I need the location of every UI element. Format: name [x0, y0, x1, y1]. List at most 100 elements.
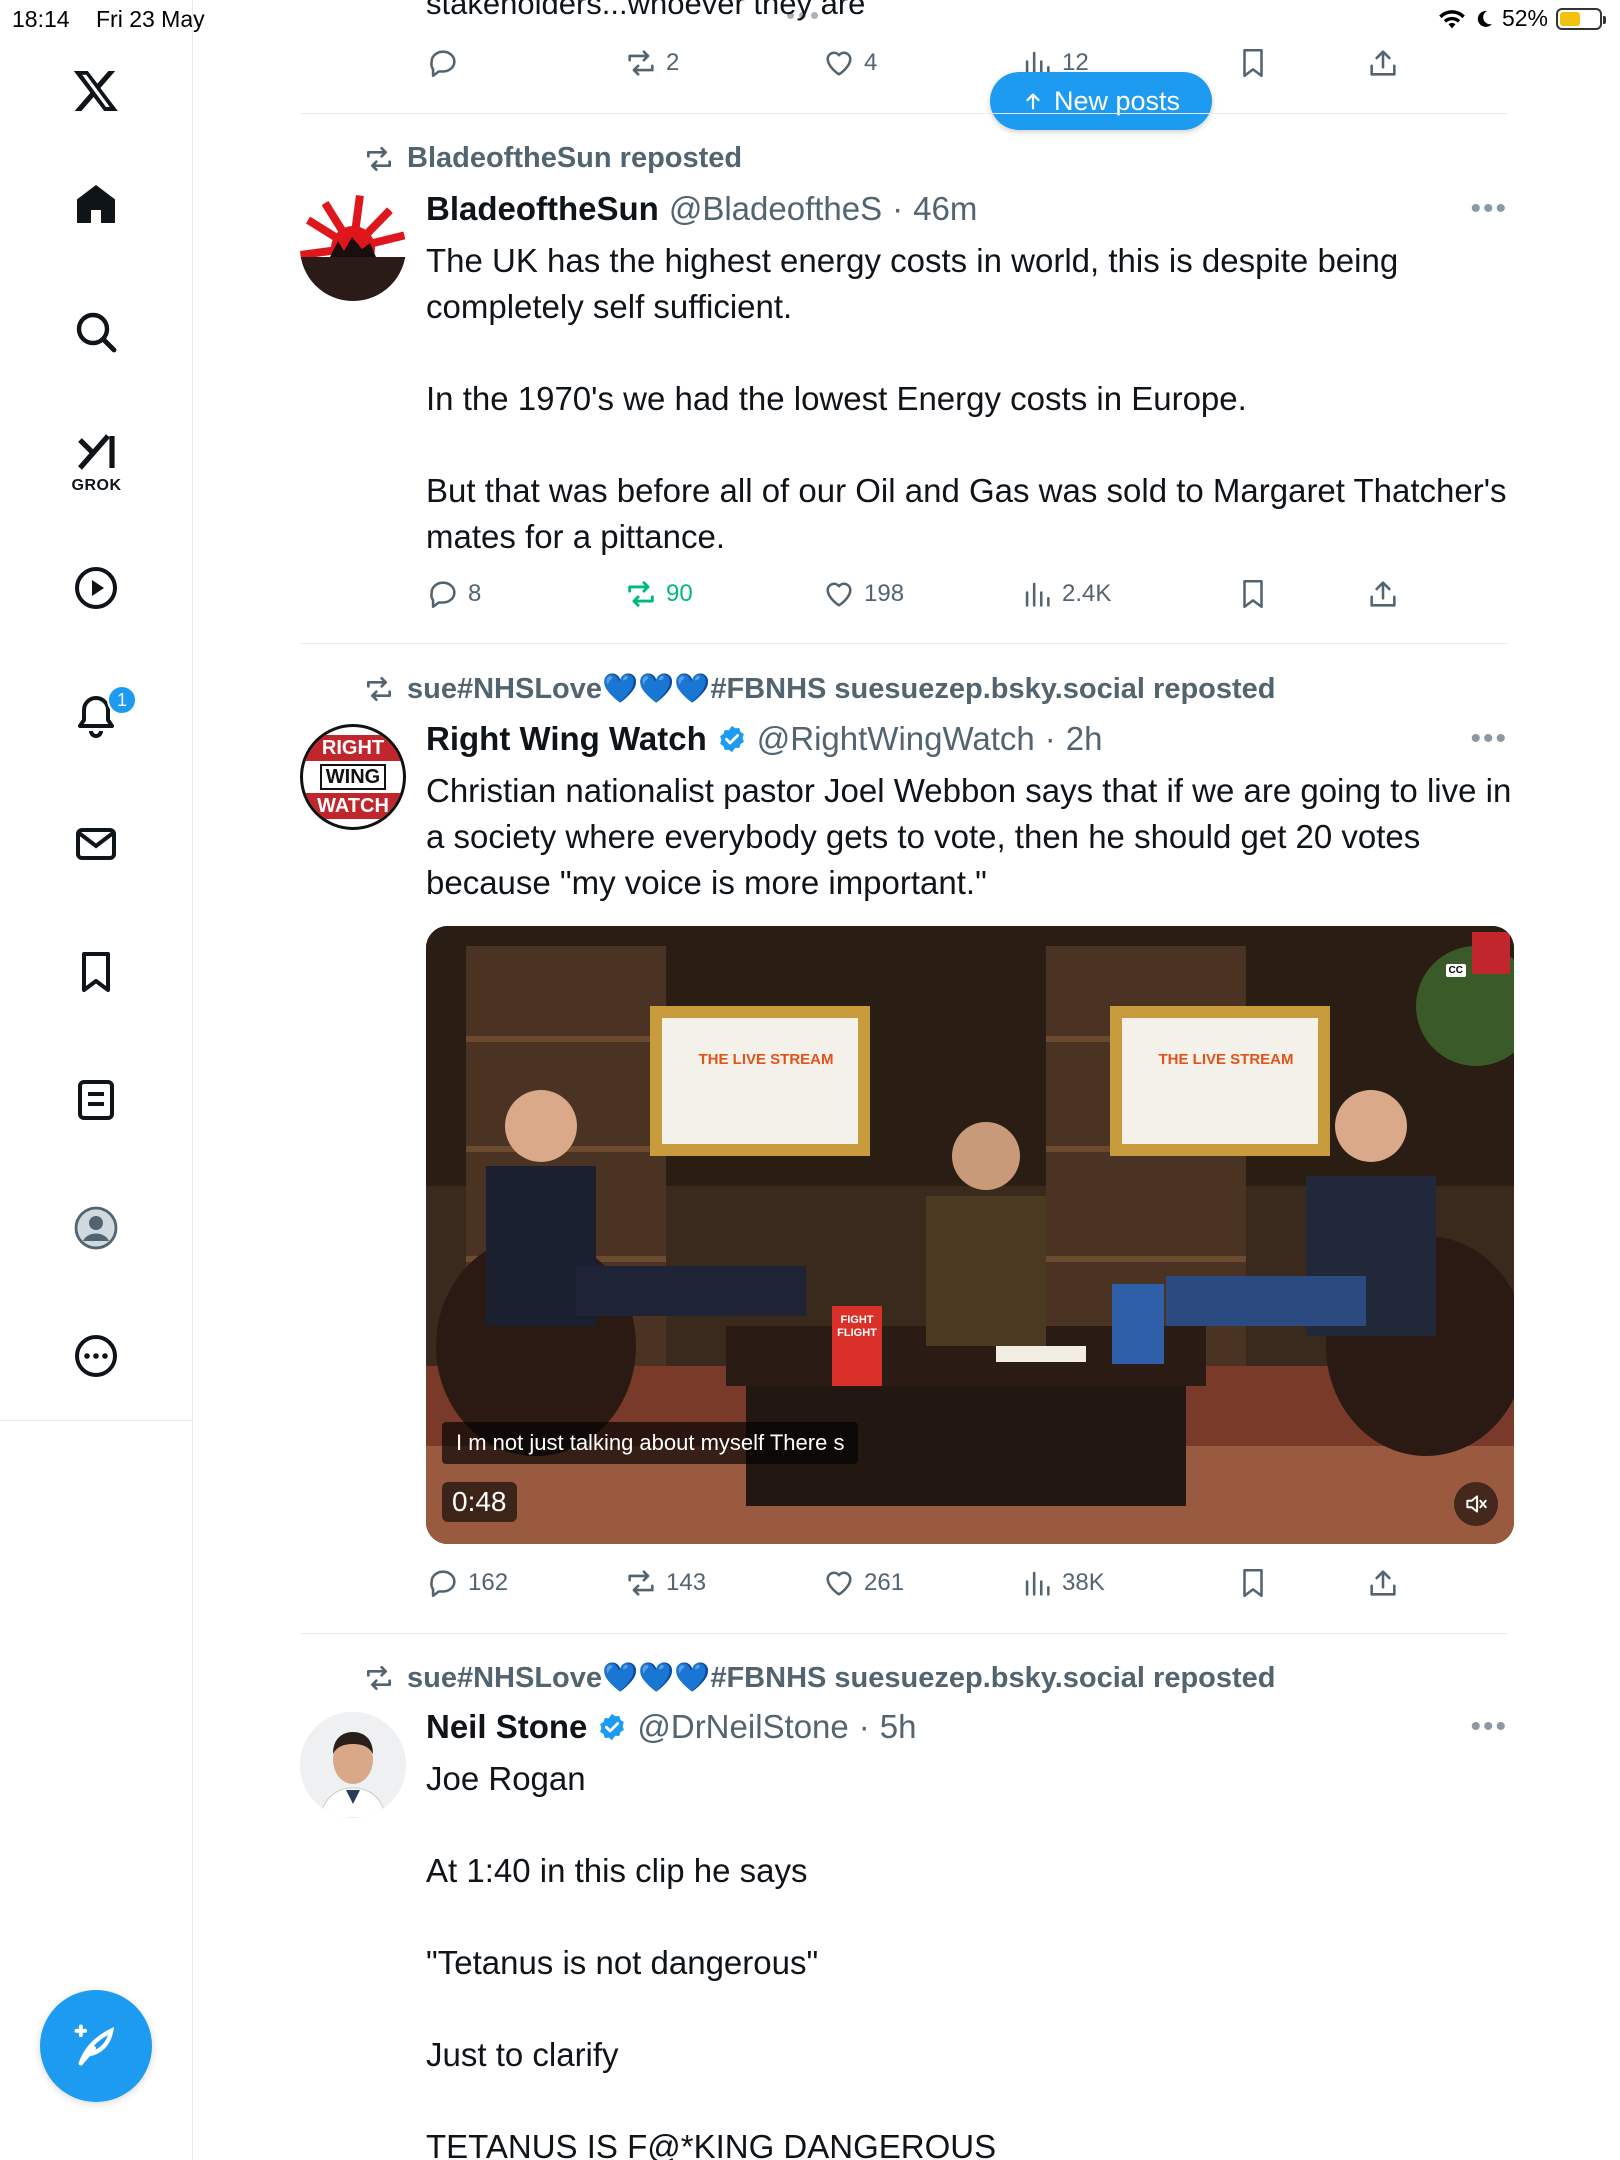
display-name[interactable]: Right Wing Watch [426, 720, 707, 758]
timestamp[interactable]: 5h [880, 1708, 917, 1746]
tweet-text: Christian nationalist pastor Joel Webbon… [426, 772, 1512, 901]
x-logo-icon[interactable] [56, 50, 136, 130]
list-icon[interactable] [56, 1060, 136, 1140]
tweet-divider [300, 1633, 1508, 1634]
share-icon [1370, 581, 1396, 607]
screen-text-left: THE LIVE STREAM [698, 1051, 834, 1068]
video-player[interactable]: THE LIVE STREAM THE LIVE STREAM FIGHT FL… [426, 926, 1514, 1544]
tweet-actions: 162 143 261 38K [426, 1566, 1401, 1606]
video-caption: I m not just talking about myself There … [442, 1422, 859, 1464]
like-button[interactable]: 198 [822, 577, 904, 611]
repost-context-name: sue#NHSLove [407, 673, 603, 705]
play-icon[interactable] [56, 548, 136, 628]
separator-dot: · [892, 190, 904, 227]
watermark-logo [1472, 932, 1510, 974]
cc-icon[interactable]: CC [1445, 964, 1466, 977]
repost-button[interactable]: 90 [624, 577, 693, 611]
mail-icon[interactable] [56, 804, 136, 884]
repost-icon [367, 1666, 391, 1690]
mute-button[interactable] [1454, 1482, 1498, 1526]
views-icon [1025, 1571, 1050, 1596]
avatar[interactable] [300, 195, 406, 301]
repost-context-suffix: #FBNHS suesuezep.bsky.social reposted [710, 1662, 1276, 1694]
tweet-header: BladeoftheSun @BladeoftheS · 46m [426, 190, 977, 228]
repost-icon [367, 146, 391, 171]
repost-count: 2 [666, 49, 680, 76]
timestamp[interactable]: 2h [1066, 720, 1103, 758]
repost-context[interactable]: sue#NHSLove💙💙💙#FBNHS suesuezep.bsky.soci… [363, 1661, 1276, 1695]
views-button[interactable]: 38K [1020, 1566, 1105, 1600]
reply-icon [430, 50, 456, 78]
reply-icon [430, 581, 456, 609]
avatar[interactable]: RIGHT WING WATCH [300, 724, 406, 830]
share-button[interactable] [1366, 46, 1400, 80]
compose-button[interactable] [40, 1990, 152, 2102]
share-button[interactable] [1366, 577, 1400, 611]
tweet-header: Right Wing Watch @RightWingWatch · 2h [426, 720, 1103, 758]
views-icon [1025, 582, 1050, 607]
more-options-icon[interactable]: ••• [1470, 192, 1508, 226]
verified-badge-icon [719, 725, 744, 753]
heart-icon [826, 582, 852, 607]
like-button[interactable]: 4 [822, 46, 877, 80]
tweet-actions: 2 4 12 [426, 46, 1401, 86]
search-icon[interactable] [56, 292, 136, 372]
more-options-icon[interactable]: ••• [1470, 722, 1508, 756]
reply-count: 162 [468, 1569, 509, 1596]
share-icon [1370, 50, 1396, 76]
more-circle-icon[interactable] [56, 1316, 136, 1396]
repost-icon [628, 50, 654, 76]
handle[interactable]: @BladeoftheS [669, 190, 882, 228]
bookmark-icon [1243, 48, 1263, 78]
repost-button[interactable]: 2 [624, 46, 679, 80]
avatar[interactable] [300, 1712, 406, 1818]
reply-button[interactable] [426, 46, 468, 80]
repost-count: 90 [666, 580, 693, 607]
new-posts-button[interactable]: New posts [990, 72, 1212, 130]
heart-icon [826, 51, 852, 76]
repost-count: 143 [666, 1569, 707, 1596]
bookmark-button[interactable] [1236, 46, 1270, 80]
repost-icon [628, 581, 654, 607]
display-name[interactable]: BladeoftheSun [426, 190, 659, 228]
heart-icon [826, 1571, 852, 1596]
notification-badge: 1 [107, 685, 137, 715]
grok-label: GROK [71, 477, 122, 494]
sidebar-divider [0, 1420, 193, 1421]
share-icon [1370, 1570, 1396, 1596]
rising-sun-avatar-icon [300, 195, 406, 301]
verified-badge-icon [600, 1713, 625, 1741]
display-name[interactable]: Neil Stone [426, 1708, 587, 1746]
timeline[interactable]: stakeholders...whoever they are 2 4 12 N… [193, 0, 1620, 2160]
like-count: 261 [864, 1569, 905, 1596]
avatar-text-right: RIGHT [303, 735, 403, 761]
like-button[interactable]: 261 [822, 1566, 904, 1600]
video-duration: 0:48 [442, 1482, 517, 1522]
bookmark-icon[interactable] [56, 932, 136, 1012]
home-icon[interactable] [56, 164, 136, 244]
blue-hearts: 💙💙💙 [602, 1662, 711, 1694]
bookmark-button[interactable] [1236, 1566, 1270, 1600]
more-options-icon[interactable]: ••• [1470, 1710, 1508, 1744]
tweet-text: Joe Rogan At 1:40 in this clip he says "… [426, 1760, 997, 2160]
avatar-text-watch: WATCH [303, 793, 403, 819]
views-button[interactable]: 2.4K [1020, 577, 1111, 611]
repost-context[interactable]: sue#NHSLove💙💙💙#FBNHS suesuezep.bsky.soci… [363, 672, 1276, 706]
blue-hearts: 💙💙💙 [602, 673, 711, 705]
reply-button[interactable]: 8 [426, 577, 481, 611]
tweet-header: Neil Stone @DrNeilStone · 5h [426, 1708, 916, 1746]
tweet-divider [300, 643, 1508, 644]
timestamp[interactable]: 46m [913, 190, 977, 228]
avatar-icon[interactable] [56, 1188, 136, 1268]
handle[interactable]: @RightWingWatch [757, 720, 1035, 758]
repost-context[interactable]: BladeoftheSun reposted [363, 142, 742, 175]
reply-button[interactable]: 162 [426, 1566, 508, 1600]
repost-button[interactable]: 143 [624, 1566, 706, 1600]
book-cover-text: FIGHT FLIGHT [837, 1314, 877, 1339]
tweet-actions: 8 90 198 2.4K [426, 577, 1401, 617]
bookmark-button[interactable] [1236, 577, 1270, 611]
handle[interactable]: @DrNeilStone [637, 1708, 848, 1746]
screen-text-right: THE LIVE STREAM [1158, 1051, 1294, 1068]
sidebar: GROK 1 [0, 0, 193, 2160]
share-button[interactable] [1366, 1566, 1400, 1600]
